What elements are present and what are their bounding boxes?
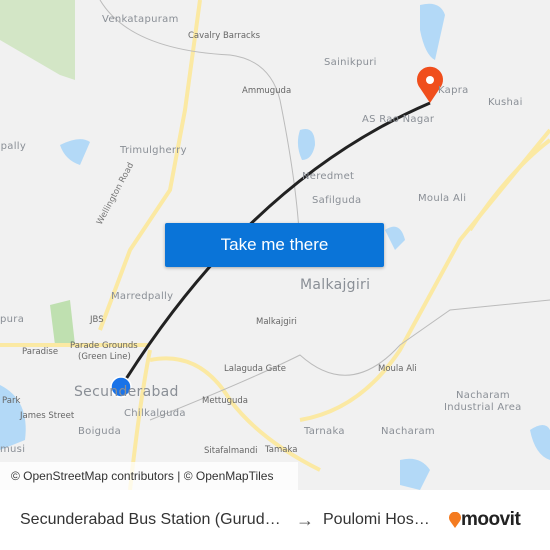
place-label: Nacharam	[456, 390, 510, 401]
water-body	[60, 139, 90, 165]
place-label: Boiguda	[78, 426, 122, 437]
place-label: Malkajgiri	[256, 317, 297, 327]
place-label: James Street	[20, 411, 75, 421]
place-label: AS Rao Nagar	[362, 114, 435, 125]
place-label: npally	[0, 141, 27, 152]
park-area	[0, 0, 75, 80]
place-label: Moula Ali	[378, 364, 417, 374]
moovit-logo[interactable]: moovit	[449, 509, 521, 531]
water-body	[530, 425, 550, 460]
arrow-right-icon: →	[296, 509, 314, 530]
route-footer: Secunderabad Bus Station (Gurud… → Poulo…	[0, 490, 550, 550]
place-label: Sitafalmandi	[204, 446, 258, 456]
place-label: Cavalry Barracks	[188, 31, 261, 41]
take-me-there-button[interactable]: Take me there	[165, 223, 384, 267]
park-area	[50, 300, 75, 345]
moovit-pin-icon	[449, 512, 461, 528]
place-label: Moula Ali	[418, 193, 467, 204]
place-label: Parade Grounds	[70, 341, 138, 351]
place-label: Park	[2, 396, 21, 406]
place-label: Industrial Area	[444, 402, 522, 413]
place-label: Nacharam	[381, 426, 435, 437]
place-label: Tarnaka	[304, 426, 345, 437]
place-label: pura	[0, 314, 25, 325]
place-label: Kapra	[438, 85, 469, 96]
water-body	[420, 3, 445, 60]
map[interactable]: Venkatapuram Cavalry Barracks Sainikpuri…	[0, 0, 550, 490]
place-label: Neredmet	[302, 171, 355, 182]
map-attribution[interactable]: © OpenStreetMap contributors | © OpenMap…	[0, 462, 298, 490]
place-label: Mettuguda	[202, 396, 249, 406]
place-label: Kushai	[488, 97, 523, 108]
destination-name: Poulomi Hos…	[323, 511, 430, 528]
place-label: Sainikpuri	[324, 57, 377, 68]
water-body	[400, 458, 430, 490]
place-label: Venkatapuram	[102, 14, 179, 25]
place-label: Malkajgiri	[300, 277, 371, 293]
place-label: Safilguda	[312, 195, 362, 206]
place-label: Secunderabad	[74, 384, 179, 400]
place-label: Ammuguda	[242, 86, 292, 96]
place-label: musi	[0, 444, 26, 455]
place-label: Chilkalguda	[124, 408, 186, 419]
place-label: JBS	[90, 315, 104, 325]
place-label: Marredpally	[111, 291, 174, 302]
water-body	[385, 226, 405, 250]
place-label: Trimulgherry	[120, 145, 187, 156]
place-label: Lalaguda Gate	[224, 364, 286, 374]
moovit-wordmark: moovit	[461, 509, 521, 530]
place-label: Tamaka	[265, 445, 298, 455]
water-body	[297, 129, 315, 160]
origin-name: Secunderabad Bus Station (Gurud…	[20, 511, 281, 528]
place-label: Paradise	[22, 347, 59, 357]
place-label: (Green Line)	[78, 352, 131, 362]
